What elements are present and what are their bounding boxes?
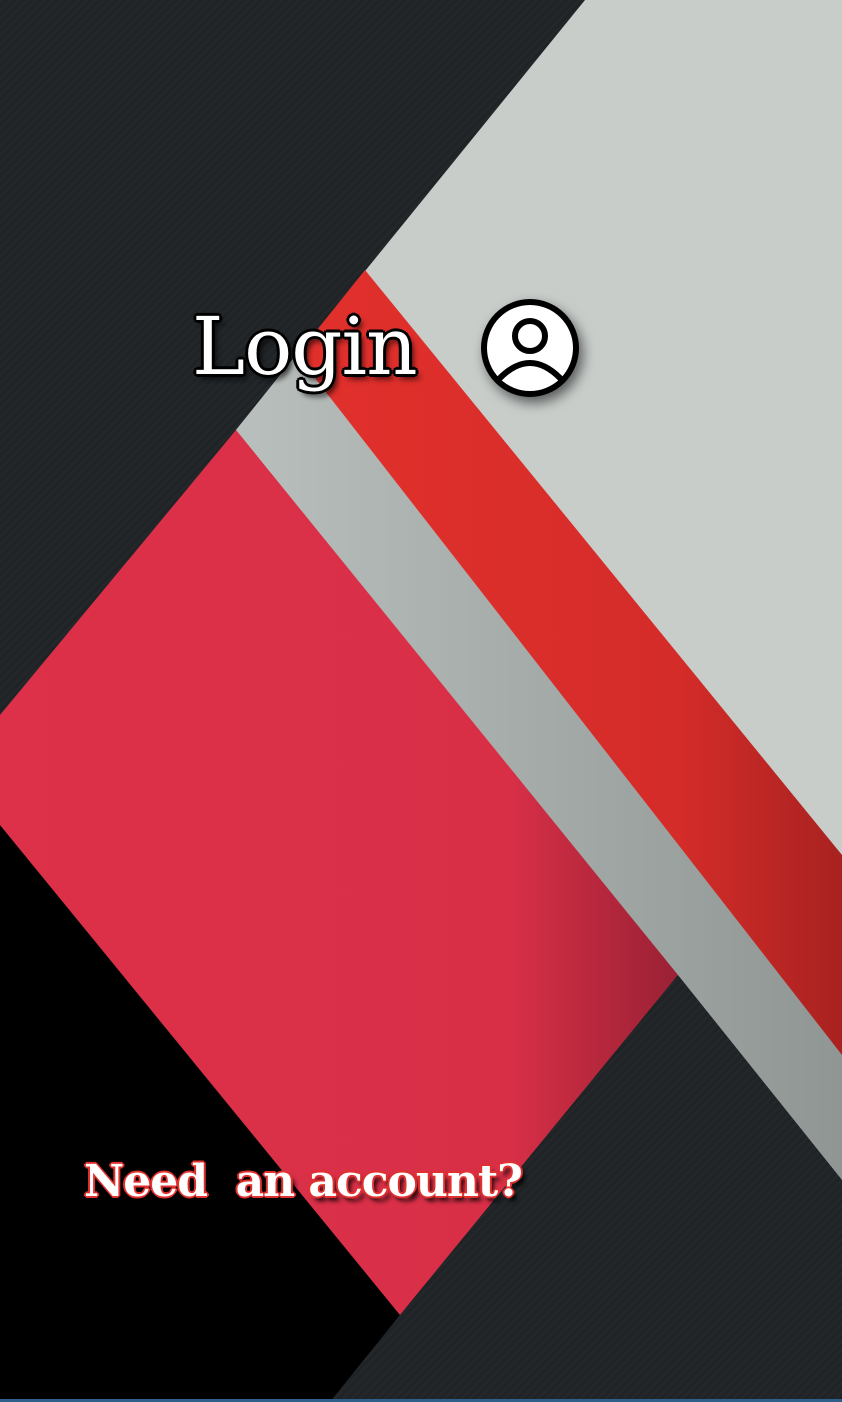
login-header: Login (192, 292, 579, 402)
login-title: Login (192, 300, 418, 393)
user-circle-icon[interactable] (480, 298, 580, 398)
need-account-link[interactable]: Need an account? (84, 1157, 523, 1206)
login-screen: Login Need an account? (0, 0, 842, 1402)
